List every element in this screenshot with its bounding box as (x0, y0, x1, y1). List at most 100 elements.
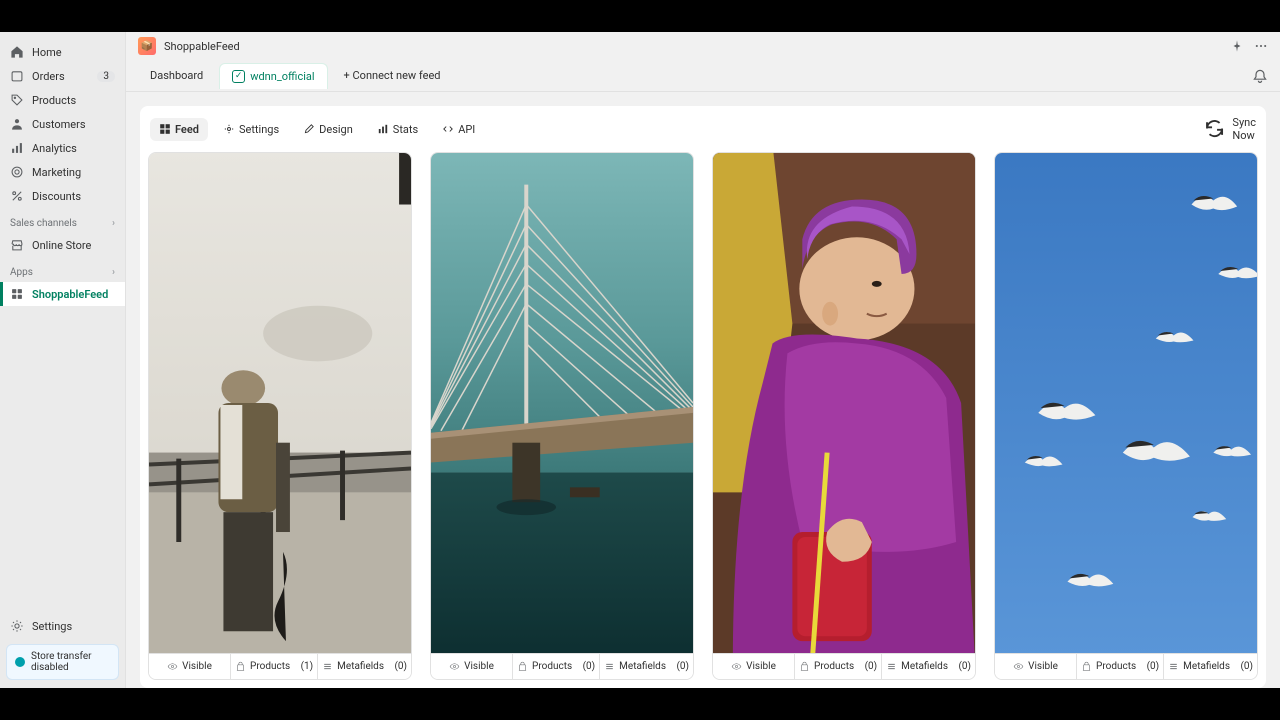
sync-button[interactable]: Sync Now (1202, 116, 1256, 142)
bag-icon (799, 661, 810, 672)
pill-count: (0) (958, 661, 971, 672)
pill-products[interactable]: Products (0) (1077, 654, 1164, 679)
card-image (431, 153, 693, 653)
code-icon (442, 123, 454, 135)
pill-label: Visible (464, 661, 494, 672)
products-icon (10, 93, 24, 107)
pill-label: Products (1096, 661, 1136, 672)
pill-count: (0) (1147, 661, 1160, 672)
pill-count: (0) (676, 661, 689, 672)
discounts-icon (10, 189, 24, 203)
eye-icon (1013, 661, 1024, 672)
feed-card[interactable]: Visible Products (0) Metafields (0) (430, 152, 694, 680)
more-icon[interactable] (1254, 39, 1268, 53)
bag-icon (1081, 661, 1092, 672)
nav-home[interactable]: Home (0, 40, 125, 64)
pill-label: Metafields (337, 661, 384, 672)
pin-icon[interactable] (1230, 39, 1244, 53)
nav-analytics[interactable]: Analytics (0, 136, 125, 160)
pill-metafields[interactable]: Metafields (0) (1164, 654, 1257, 679)
nav-marketing[interactable]: Marketing (0, 160, 125, 184)
customers-icon (10, 117, 24, 131)
section-apps[interactable]: Apps › (0, 257, 125, 282)
card-image (149, 153, 411, 653)
pill-products[interactable]: Products (0) (513, 654, 600, 679)
pill-visible[interactable]: Visible (713, 654, 795, 679)
nav-products[interactable]: Products (0, 88, 125, 112)
nav-label: Online Store (32, 239, 115, 252)
card-footer: Visible Products (1) Metafields (0) (149, 653, 411, 679)
sidebar: Home Orders 3 Products Customers Analyti… (0, 32, 126, 688)
section-sales-channels[interactable]: Sales channels › (0, 208, 125, 233)
nav-label: Analytics (32, 142, 115, 155)
nav-customers[interactable]: Customers (0, 112, 125, 136)
check-icon: ✓ (232, 70, 245, 83)
nav-label: Customers (32, 118, 115, 131)
topbar: 📦 ShoppableFeed (126, 32, 1280, 60)
feed-grid: Visible Products (1) Metafields (0) (140, 152, 1266, 688)
tab-dashboard[interactable]: Dashboard (138, 63, 215, 88)
nav-orders[interactable]: Orders 3 (0, 64, 125, 88)
ptab-settings[interactable]: Settings (214, 118, 288, 141)
feed-card[interactable]: Visible Products (0) Metafields (0) (994, 152, 1258, 680)
pill-count: (0) (865, 661, 878, 672)
list-icon (604, 661, 615, 672)
pill-count: (0) (1240, 661, 1253, 672)
nav-online-store[interactable]: Online Store (0, 233, 125, 257)
gear-icon (10, 619, 24, 633)
pill-count: (1) (301, 661, 314, 672)
ptab-feed[interactable]: Feed (150, 118, 208, 141)
feed-card[interactable]: Visible Products (1) Metafields (0) (148, 152, 412, 680)
grid-icon (159, 123, 171, 135)
pill-label: Metafields (619, 661, 666, 672)
chevron-right-icon: › (112, 267, 115, 278)
tab-feed-account[interactable]: ✓ wdnn_official (219, 63, 327, 89)
pill-visible[interactable]: Visible (995, 654, 1077, 679)
stats-icon (377, 123, 389, 135)
pill-label: Visible (1028, 661, 1058, 672)
eye-icon (449, 661, 460, 672)
card-image (995, 153, 1257, 653)
info-icon (15, 657, 25, 667)
eye-icon (731, 661, 742, 672)
card-footer: Visible Products (0) Metafields (0) (713, 653, 975, 679)
marketing-icon (10, 165, 24, 179)
ptab-label: Settings (239, 123, 279, 136)
ptab-label: Design (319, 123, 353, 136)
pill-label: Visible (182, 661, 212, 672)
bag-icon (517, 661, 528, 672)
app-logo: 📦 (138, 37, 156, 55)
tab-connect-new[interactable]: + Connect new feed (332, 63, 453, 88)
pill-count: (0) (583, 661, 596, 672)
feed-card[interactable]: Visible Products (0) Metafields (0) (712, 152, 976, 680)
pill-products[interactable]: Products (1) (231, 654, 318, 679)
eye-icon (167, 661, 178, 672)
pill-metafields[interactable]: Metafields (0) (318, 654, 411, 679)
nav-settings[interactable]: Settings (0, 614, 125, 638)
section-label: Sales channels (10, 218, 77, 229)
app-title: ShoppableFeed (164, 40, 1230, 53)
pill-label: Products (250, 661, 290, 672)
nav-discounts[interactable]: Discounts (0, 184, 125, 208)
pill-visible[interactable]: Visible (149, 654, 231, 679)
pill-metafields[interactable]: Metafields (0) (882, 654, 975, 679)
tab-label: wdnn_official (250, 70, 314, 83)
ptab-stats[interactable]: Stats (368, 118, 427, 141)
tab-label: + Connect new feed (344, 69, 441, 82)
bell-icon[interactable] (1252, 68, 1268, 84)
ptab-api[interactable]: API (433, 118, 484, 141)
nav-shoppablefeed[interactable]: ShoppableFeed (0, 282, 125, 306)
pill-visible[interactable]: Visible (431, 654, 513, 679)
pill-products[interactable]: Products (0) (795, 654, 882, 679)
nav-label: Orders (32, 70, 97, 83)
chevron-right-icon: › (112, 218, 115, 229)
pill-label: Metafields (1183, 661, 1230, 672)
sync-label: Sync Now (1232, 116, 1256, 142)
list-icon (322, 661, 333, 672)
pill-label: Products (814, 661, 854, 672)
pill-label: Products (532, 661, 572, 672)
ptab-design[interactable]: Design (294, 118, 362, 141)
brush-icon (303, 123, 315, 135)
pill-metafields[interactable]: Metafields (0) (600, 654, 693, 679)
pill-label: Metafields (901, 661, 948, 672)
